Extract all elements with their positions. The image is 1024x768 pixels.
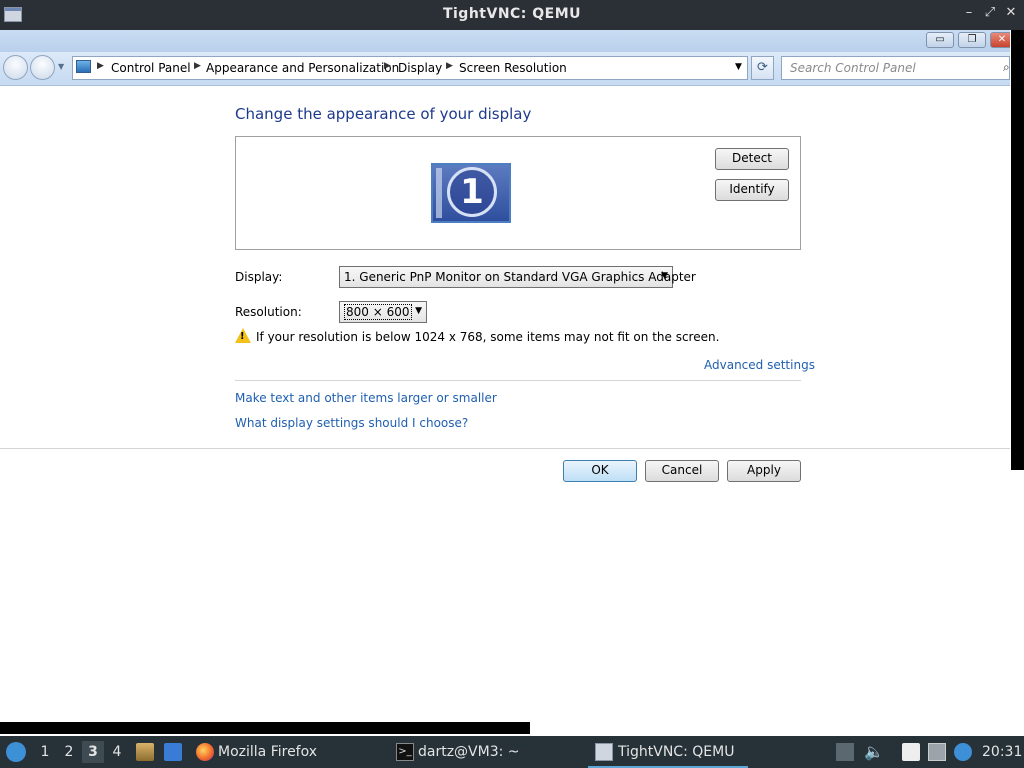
minimize-icon[interactable]: –	[961, 5, 977, 23]
maximize-icon[interactable]: ⤢	[982, 5, 998, 23]
ok-button[interactable]: OK	[563, 460, 637, 482]
vnc-scrollbar-thumb[interactable]	[1011, 30, 1024, 470]
workspace-4[interactable]: 4	[106, 741, 128, 763]
tightvnc-icon[interactable]	[595, 743, 613, 761]
navigation-bar: ▼ ▶ Control Panel ▶ Appearance and Perso…	[0, 52, 1010, 86]
warning-icon: !	[235, 328, 251, 343]
workspace-3[interactable]: 3	[82, 741, 104, 763]
breadcrumb-appearance[interactable]: Appearance and Personalization	[206, 61, 399, 75]
firefox-icon[interactable]	[196, 743, 214, 761]
vnc-titlebar: TightVNC: QEMU – ⤢ ✕	[0, 0, 1024, 30]
monitor-1-icon[interactable]: 1	[431, 163, 511, 223]
window-caption: ▭ ❐ ✕	[0, 30, 1010, 52]
terminal-icon[interactable]: >_	[396, 743, 414, 761]
monitor-taskbar-icon	[436, 168, 442, 218]
breadcrumb-chevron-icon[interactable]: ▶	[194, 61, 201, 71]
close-icon[interactable]: ✕	[1003, 5, 1019, 23]
workspace-1[interactable]: 1	[34, 741, 56, 763]
desktop-icon[interactable]	[164, 743, 182, 761]
task-firefox[interactable]: Mozilla Firefox	[218, 744, 317, 760]
display-select-value: 1. Generic PnP Monitor on Standard VGA G…	[344, 270, 696, 284]
notification-icon[interactable]	[954, 743, 972, 761]
control-panel-icon	[76, 60, 91, 73]
advanced-settings-link[interactable]: Advanced settings	[704, 358, 815, 372]
workspace-2[interactable]: 2	[58, 741, 80, 763]
identify-button[interactable]: Identify	[715, 179, 789, 201]
breadcrumb-screen-resolution[interactable]: Screen Resolution	[459, 61, 567, 75]
resolution-select-value: 800 × 600	[344, 304, 412, 320]
remote-minimize-button[interactable]: ▭	[926, 32, 954, 48]
remote-screen: ▭ ❐ ✕ ▼ ▶ Control Panel ▶ Appearance and…	[0, 30, 1010, 736]
recent-pages-icon[interactable]: ▼	[58, 62, 64, 71]
search-icon[interactable]: ⌕	[1003, 60, 1010, 75]
volume-icon[interactable]: 🔈	[864, 742, 884, 761]
address-dropdown-icon[interactable]: ▼	[735, 62, 742, 72]
breadcrumb-chevron-icon[interactable]: ▶	[384, 61, 391, 71]
file-manager-icon[interactable]	[136, 743, 154, 761]
network-icon[interactable]	[928, 743, 946, 761]
monitor-number: 1	[447, 167, 497, 217]
vnc-window-title: TightVNC: QEMU	[442, 6, 582, 22]
remote-restore-button[interactable]: ❐	[958, 32, 986, 48]
address-bar[interactable]: ▶ Control Panel ▶ Appearance and Persona…	[72, 56, 748, 80]
breadcrumb-control-panel[interactable]: Control Panel	[111, 61, 191, 75]
display-help-link[interactable]: What display settings should I choose?	[235, 416, 468, 430]
divider	[235, 380, 801, 381]
chevron-down-icon: ▼	[415, 306, 422, 316]
breadcrumb-display[interactable]: Display	[398, 61, 442, 75]
resolution-label: Resolution:	[235, 305, 302, 319]
chevron-down-icon: ▼	[661, 271, 668, 281]
remote-close-button[interactable]: ✕	[990, 32, 1010, 48]
resolution-warning: If your resolution is below 1024 x 768, …	[256, 330, 720, 344]
clock: 20:31	[982, 744, 1023, 760]
page-title: Change the appearance of your display	[235, 105, 532, 123]
breadcrumb-chevron-icon[interactable]: ▶	[446, 61, 453, 71]
search-input[interactable]: Search Control Panel ⌕	[781, 56, 1010, 80]
remote-progress-bar	[0, 722, 530, 734]
refresh-icon[interactable]: ⟳	[751, 56, 774, 80]
breadcrumb-chevron-icon[interactable]: ▶	[97, 61, 104, 71]
task-tightvnc[interactable]: TightVNC: QEMU	[618, 744, 734, 760]
search-placeholder: Search Control Panel	[790, 61, 916, 75]
text-size-link[interactable]: Make text and other items larger or smal…	[235, 391, 497, 405]
monitor-preview-panel: 1 Detect Identify	[235, 136, 801, 250]
resolution-select[interactable]: 800 × 600 ▼	[339, 301, 427, 323]
display-select[interactable]: 1. Generic PnP Monitor on Standard VGA G…	[339, 266, 696, 288]
forward-button[interactable]	[30, 55, 55, 80]
display-label: Display:	[235, 270, 283, 284]
tray-up-icon[interactable]	[836, 743, 854, 761]
back-button[interactable]	[3, 55, 28, 80]
task-terminal[interactable]: dartz@VM3: ~	[418, 744, 520, 760]
host-taskbar: 1 2 3 4 Mozilla Firefox >_ dartz@VM3: ~ …	[0, 736, 1024, 768]
clipboard-icon[interactable]	[902, 743, 920, 761]
start-menu-icon[interactable]	[6, 742, 26, 762]
apply-button[interactable]: Apply	[727, 460, 801, 482]
detect-button[interactable]: Detect	[715, 148, 789, 170]
footer-divider	[0, 448, 1010, 449]
cancel-button[interactable]: Cancel	[645, 460, 719, 482]
